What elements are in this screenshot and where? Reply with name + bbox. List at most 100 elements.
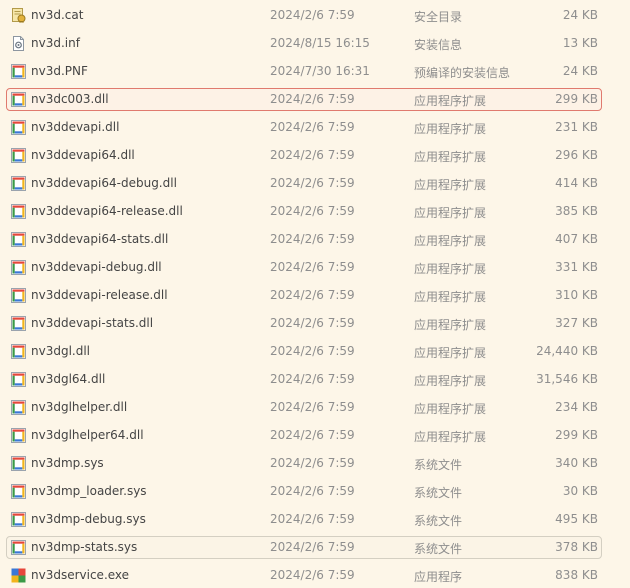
file-size: 495 KB bbox=[555, 512, 598, 526]
file-type: 安装信息 bbox=[414, 38, 463, 52]
exe-file-icon bbox=[11, 568, 26, 583]
file-row[interactable]: nv3ddevapi64-stats.dll 2024/2/6 7:59 应用程序扩… bbox=[6, 228, 602, 251]
file-size: 13 KB bbox=[562, 36, 598, 50]
dll-file-icon bbox=[11, 176, 26, 191]
file-type: 系统文件 bbox=[414, 486, 463, 500]
file-type: 应用程序扩展 bbox=[414, 374, 487, 388]
file-modified-date: 2024/2/6 7:59 bbox=[270, 540, 355, 554]
file-modified-date: 2024/2/6 7:59 bbox=[270, 344, 355, 358]
dll-file-icon bbox=[11, 316, 26, 331]
file-row[interactable]: nv3dgl64.dll 2024/2/6 7:59 应用程序扩展 31,546 KB bbox=[6, 368, 602, 391]
file-size: 331 KB bbox=[555, 260, 598, 274]
dll-file-icon bbox=[11, 232, 26, 247]
file-name: nv3ddevapi-release.dll bbox=[31, 288, 168, 302]
file-modified-date: 2024/2/6 7:59 bbox=[270, 372, 355, 386]
file-row[interactable]: nv3ddevapi-stats.dll 2024/2/6 7:59 应用程序扩展 3… bbox=[6, 312, 602, 335]
dll-file-icon bbox=[11, 64, 26, 79]
file-modified-date: 2024/2/6 7:59 bbox=[270, 512, 355, 526]
file-type: 预编译的安装信息 bbox=[414, 66, 511, 80]
file-type: 应用程序扩展 bbox=[414, 94, 487, 108]
file-modified-date: 2024/2/6 7:59 bbox=[270, 316, 355, 330]
file-row[interactable]: nv3ddevapi64.dll 2024/2/6 7:59 应用程序扩展 296 K… bbox=[6, 144, 602, 167]
file-row[interactable]: nv3dglhelper.dll 2024/2/6 7:59 应用程序扩展 234 K… bbox=[6, 396, 602, 419]
file-type: 应用程序扩展 bbox=[414, 290, 487, 304]
file-modified-date: 2024/2/6 7:59 bbox=[270, 120, 355, 134]
dll-file-icon bbox=[11, 204, 26, 219]
file-size: 340 KB bbox=[555, 456, 598, 470]
file-row[interactable]: nv3dmp.sys 2024/2/6 7:59 系统文件 340 KB bbox=[6, 452, 602, 475]
file-row[interactable]: nv3dservice.exe 2024/2/6 7:59 应用程序 838 KB bbox=[6, 564, 602, 587]
file-size: 24,440 KB bbox=[536, 344, 598, 358]
file-row[interactable]: nv3ddevapi-debug.dll 2024/2/6 7:59 应用程序扩展 3… bbox=[6, 256, 602, 279]
dll-file-icon bbox=[11, 288, 26, 303]
file-type: 系统文件 bbox=[414, 458, 463, 472]
file-name: nv3dglhelper64.dll bbox=[31, 428, 144, 442]
setup-info-file-icon bbox=[11, 36, 26, 51]
file-type: 系统文件 bbox=[414, 542, 463, 556]
file-size: 296 KB bbox=[555, 148, 598, 162]
file-name: nv3dmp_loader.sys bbox=[31, 484, 147, 498]
file-row[interactable]: nv3ddevapi64-release.dll 2024/2/6 7:59 应用程… bbox=[6, 200, 602, 223]
file-name: nv3dmp-stats.sys bbox=[31, 540, 138, 554]
file-size: 407 KB bbox=[555, 232, 598, 246]
file-size: 299 KB bbox=[555, 428, 598, 442]
file-type: 系统文件 bbox=[414, 514, 463, 528]
catalog-file-icon bbox=[11, 8, 26, 23]
file-modified-date: 2024/2/6 7:59 bbox=[270, 568, 355, 582]
file-row[interactable]: nv3dmp_loader.sys 2024/2/6 7:59 系统文件 30 KB bbox=[6, 480, 602, 503]
file-size: 385 KB bbox=[555, 204, 598, 218]
file-modified-date: 2024/2/6 7:59 bbox=[270, 148, 355, 162]
file-name: nv3dc003.dll bbox=[31, 92, 109, 106]
file-modified-date: 2024/2/6 7:59 bbox=[270, 456, 355, 470]
file-size: 231 KB bbox=[555, 120, 598, 134]
file-type: 应用程序扩展 bbox=[414, 402, 487, 416]
dll-file-icon bbox=[11, 428, 26, 443]
file-row[interactable]: nv3ddevapi64-debug.dll 2024/2/6 7:59 应用程序扩… bbox=[6, 172, 602, 195]
file-row[interactable]: nv3d.PNF 2024/7/30 16:31 预编译的安装信息 24 KB bbox=[6, 60, 602, 83]
dll-file-icon bbox=[11, 120, 26, 135]
file-row[interactable]: nv3dmp-debug.sys 2024/2/6 7:59 系统文件 495 KB bbox=[6, 508, 602, 531]
file-type: 应用程序扩展 bbox=[414, 262, 487, 276]
file-row[interactable]: nv3dc003.dll 2024/2/6 7:59 应用程序扩展 299 KB bbox=[6, 88, 602, 111]
file-name: nv3dgl.dll bbox=[31, 344, 91, 358]
file-name: nv3ddevapi64-debug.dll bbox=[31, 176, 177, 190]
dll-file-icon bbox=[11, 456, 26, 471]
file-type: 应用程序扩展 bbox=[414, 430, 487, 444]
file-name: nv3ddevapi-debug.dll bbox=[31, 260, 162, 274]
file-modified-date: 2024/2/6 7:59 bbox=[270, 8, 355, 22]
file-size: 299 KB bbox=[555, 92, 598, 106]
file-name: nv3dservice.exe bbox=[31, 568, 130, 582]
file-size: 30 KB bbox=[562, 484, 598, 498]
file-type: 安全目录 bbox=[414, 10, 463, 24]
file-name: nv3ddevapi-stats.dll bbox=[31, 316, 154, 330]
dll-file-icon bbox=[11, 512, 26, 527]
file-row[interactable]: nv3dglhelper64.dll 2024/2/6 7:59 应用程序扩展 299… bbox=[6, 424, 602, 447]
file-name: nv3dmp.sys bbox=[31, 456, 104, 470]
file-name: nv3dmp-debug.sys bbox=[31, 512, 146, 526]
file-size: 24 KB bbox=[562, 64, 598, 78]
file-row[interactable]: nv3d.inf 2024/8/15 16:15 安装信息 13 KB bbox=[6, 32, 602, 55]
file-type: 应用程序扩展 bbox=[414, 150, 487, 164]
file-size: 234 KB bbox=[555, 400, 598, 414]
file-size: 327 KB bbox=[555, 316, 598, 330]
file-name: nv3ddevapi.dll bbox=[31, 120, 120, 134]
file-row[interactable]: nv3ddevapi.dll 2024/2/6 7:59 应用程序扩展 231 KB bbox=[6, 116, 602, 139]
dll-file-icon bbox=[11, 400, 26, 415]
file-size: 838 KB bbox=[555, 568, 598, 582]
file-type: 应用程序扩展 bbox=[414, 234, 487, 248]
file-name: nv3ddevapi64-stats.dll bbox=[31, 232, 169, 246]
file-name: nv3ddevapi64.dll bbox=[31, 148, 135, 162]
file-modified-date: 2024/2/6 7:59 bbox=[270, 232, 355, 246]
file-modified-date: 2024/7/30 16:31 bbox=[270, 64, 370, 78]
file-list: nv3d.cat 2024/2/6 7:59 安全目录 24 KB nv3d.inf 20… bbox=[0, 0, 630, 588]
file-row[interactable]: nv3dmp-stats.sys 2024/2/6 7:59 系统文件 378 KB bbox=[6, 536, 602, 559]
dll-file-icon bbox=[11, 148, 26, 163]
file-type: 应用程序扩展 bbox=[414, 318, 487, 332]
file-size: 24 KB bbox=[562, 8, 598, 22]
file-row[interactable]: nv3dgl.dll 2024/2/6 7:59 应用程序扩展 24,440 KB bbox=[6, 340, 602, 363]
file-size: 378 KB bbox=[555, 540, 598, 554]
file-row[interactable]: nv3ddevapi-release.dll 2024/2/6 7:59 应用程序扩… bbox=[6, 284, 602, 307]
file-name: nv3d.PNF bbox=[31, 64, 88, 78]
file-row[interactable]: nv3d.cat 2024/2/6 7:59 安全目录 24 KB bbox=[6, 4, 602, 27]
file-modified-date: 2024/2/6 7:59 bbox=[270, 260, 355, 274]
